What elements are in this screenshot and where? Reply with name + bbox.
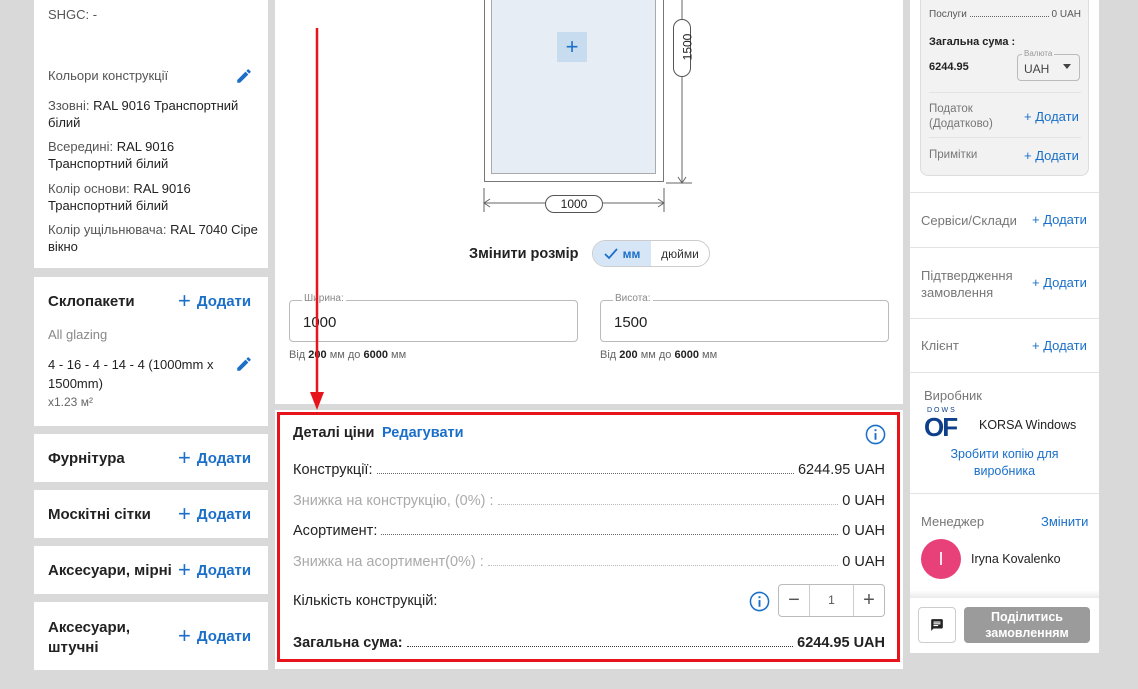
price-row-assortment-discount: Знижка на асортимент(0%) :0 UAH [293,554,885,570]
glazing-spec: 4 - 16 - 4 - 14 - 4 (1000mm x 1500mm) [48,357,214,391]
color-seal: Колір ущільнювача: RAL 7040 Сіре вікно [48,222,258,254]
bottom-bar-shade [910,590,1099,598]
manufacturer-logo: DOWS OF [924,407,958,441]
copy-for-manufacturer-link[interactable]: Зробити копію для виробника [920,446,1089,480]
divider [910,247,1099,248]
acc-piece-card: Аксесуари, штучні + Додати [34,602,268,670]
quantity-decrease-button[interactable]: − [779,585,810,616]
height-dimension-label: 1500 [673,19,694,77]
add-services-warehouses-button[interactable]: + Додати [1032,212,1087,227]
add-glazing-button[interactable]: + Додати [178,290,251,312]
add-order-confirmation-button[interactable]: + Додати [1032,275,1087,290]
hardware-title: Фурнітура [48,450,125,467]
tax-label: Податок (Додатково) [929,103,993,130]
info-icon[interactable] [865,424,886,445]
colors-title: Кольори конструкції [48,68,169,83]
currency-select[interactable]: Валюта UAH [1017,49,1080,81]
share-order-button[interactable]: Поділитись замовленням [964,607,1090,643]
add-acc-piece-button[interactable]: + Додати [178,625,251,647]
acc-measured-title: Аксесуари, мірні [48,562,172,579]
resize-label: Змінити розмір [469,246,579,262]
plus-icon: + [178,501,191,526]
divider [929,92,1081,93]
quantity-value[interactable]: 1 [810,585,853,616]
check-icon [603,247,618,259]
mosquito-card: Москітні сітки + Додати [34,490,268,538]
plus-icon: + [178,623,191,648]
annotation-arrow [310,28,324,410]
add-mosquito-button[interactable]: + Додати [178,503,251,525]
add-hardware-button[interactable]: + Додати [178,447,251,469]
glazing-card: Склопакети + Додати All glazing 4 - 16 - … [34,277,268,426]
chevron-down-icon [1063,64,1071,69]
price-row-constructions: Конструкції: 6244.95 UAH [293,462,885,478]
comment-icon [931,619,943,631]
quantity-label: Кількість конструкцій: [293,593,438,609]
glazing-title: Склопакети [48,293,135,310]
right-total-label: Загальна сума : [929,36,1016,48]
services-warehouses-label: Сервіси/Склади [921,213,1017,228]
divider [910,493,1099,494]
hardware-card: Фурнітура + Додати [34,434,268,482]
divider [929,137,1081,138]
add-client-button[interactable]: + Додати [1032,338,1087,353]
quantity-stepper[interactable]: − 1 + [778,584,885,617]
acc-piece-title: Аксесуари, штучні [48,619,131,656]
color-base: Колір основи: RAL 9016 Транспортний білий [48,181,191,213]
plus-icon: + [178,288,191,313]
glazing-subtitle: All glazing [48,327,108,342]
change-manager-button[interactable]: Змінити [1041,514,1088,529]
currency-select-value: UAH [1024,62,1050,76]
unit-inch-option[interactable]: дюйми [651,241,709,266]
quantity-info-icon[interactable] [749,591,770,612]
divider [910,318,1099,319]
shgc-value: SHGC: - [48,7,98,22]
divider [910,192,1099,193]
services-row: Послуги 0 UAH [929,9,1081,20]
dimension-lines [483,0,692,212]
add-notes-button[interactable]: + Додати [1024,148,1079,163]
color-inside: Всередині: RAL 9016 Транспортний білий [48,139,175,171]
price-title: Деталі ціни [293,425,375,441]
price-row-total: Загальна сума: 6244.95 UAH [293,635,885,651]
unit-mm-option[interactable]: мм [593,241,651,266]
add-acc-measured-button[interactable]: + Додати [178,559,251,581]
plus-icon: + [178,557,191,582]
height-hint: Від 200 мм до 6000 мм [600,349,718,361]
height-input-label: Висота: [613,293,653,304]
client-label: Клієнт [921,338,959,353]
height-input-value: 1500 [614,314,648,331]
right-total-value: 6244.95 [929,61,969,73]
price-edit-link[interactable]: Редагувати [382,425,464,441]
price-row-construction-discount: Знижка на конструкцію, (0%) :0 UAH [293,493,885,509]
manager-label: Менеджер [921,514,985,529]
manufacturer-name: KORSA Windows [979,418,1077,432]
width-input[interactable]: Ширина: 1000 [289,293,578,342]
currency-select-label: Валюта [1022,49,1055,58]
color-outside: Ззовні: RAL 9016 Транспортний білий [48,98,239,130]
order-confirmation-label: Підтвердження замовлення [921,268,1013,300]
glazing-qty: x1.23 м² [48,395,93,409]
manager-name: Iryna Kovalenko [971,552,1061,566]
acc-measured-card: Аксесуари, мірні + Додати [34,546,268,594]
edit-glazing-pencil-icon[interactable] [235,355,253,373]
plus-icon: + [178,445,191,470]
unit-toggle[interactable]: мм дюйми [592,240,710,267]
manufacturer-label: Виробник [924,388,982,403]
price-row-assortment: Асортимент: 0 UAH [293,523,885,539]
divider [910,372,1099,373]
mosquito-title: Москітні сітки [48,506,151,523]
add-tax-button[interactable]: + Додати [1024,109,1079,124]
notes-label: Примітки [929,149,978,161]
colors-card: SHGC: - Кольори конструкції Ззовні: RAL … [34,0,268,268]
avatar: I [921,539,961,579]
comment-button[interactable] [918,607,956,643]
width-dimension-label: 1000 [545,195,603,213]
edit-colors-pencil-icon[interactable] [235,67,253,85]
quantity-increase-button[interactable]: + [853,585,884,616]
height-input[interactable]: Висота: 1500 [600,293,889,342]
